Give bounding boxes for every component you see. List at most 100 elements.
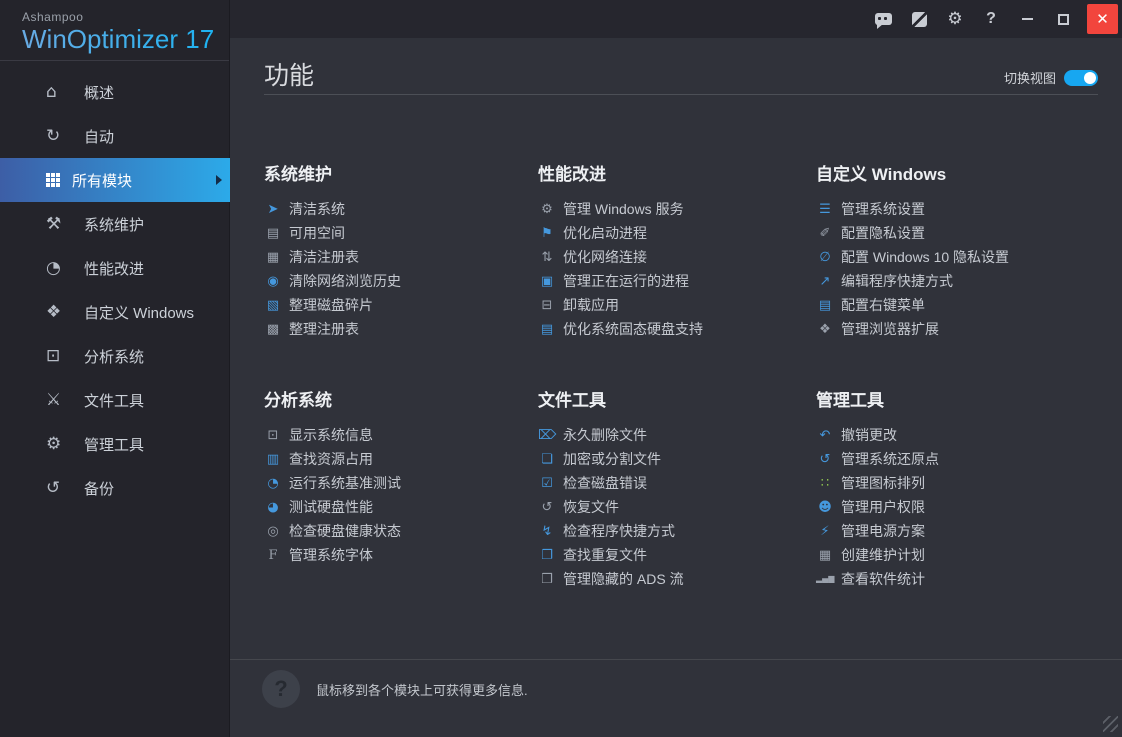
module-item[interactable]: ☑检查磁盘错误 — [538, 471, 800, 495]
module-group-2: 性能改进 ⚙管理 Windows 服务⚑优化启动进程⇅优化网络连接▣管理正在运行的… — [538, 160, 800, 341]
home-icon: ⌂ — [46, 82, 72, 102]
module-item[interactable]: ▧ 整理磁盘碎片 — [264, 293, 526, 317]
windows-services-icon: ⚙ — [538, 203, 556, 216]
ads-scanner-icon: ❒ — [538, 573, 556, 586]
titlebar-icons: ⚙ ? ✕ — [865, 0, 1122, 38]
module-item[interactable]: ▣管理正在运行的进程 — [538, 269, 800, 293]
module-item[interactable]: ▦创建维护计划 — [816, 543, 1078, 567]
undo-changes-icon: ↶ — [816, 429, 834, 442]
sidebar-item-8[interactable]: ⚔文件工具 — [0, 378, 230, 422]
uninstall-apps-icon: ⊟ — [538, 299, 556, 312]
module-group-5: 文件工具⌦永久删除文件❏加密或分割文件☑检查磁盘错误↺恢复文件↯检查程序快捷方式… — [538, 386, 800, 591]
module-item[interactable]: ❒管理隐藏的 ADS 流 — [538, 567, 800, 591]
page-title: 功能 — [264, 56, 314, 92]
sidebar-item-label: 性能改进 — [84, 258, 144, 279]
module-item[interactable]: ↯检查程序快捷方式 — [538, 519, 800, 543]
sidebar-item-9[interactable]: ⚙管理工具 — [0, 422, 230, 466]
module-item-label: 查看软件统计 — [841, 569, 925, 589]
module-item-label: 管理浏览器扩展 — [841, 319, 939, 339]
sidebar-item-5[interactable]: ◔性能改进 — [0, 246, 230, 290]
module-item[interactable]: ⚙管理 Windows 服务 — [538, 197, 800, 221]
resource-usage-icon: ▥ — [264, 453, 282, 466]
privacy-settings-icon: ✐ — [816, 227, 834, 240]
title-underline — [264, 94, 1098, 95]
module-item[interactable]: ⚑优化启动进程 — [538, 221, 800, 245]
sidebar-item-3[interactable]: 所有模块 — [0, 158, 230, 202]
sidebar-item-2[interactable]: ↻自动 — [0, 114, 230, 158]
defrag-registry-icon: ▩ — [264, 323, 282, 336]
module-item-label: 编辑程序快捷方式 — [841, 271, 953, 291]
module-item[interactable]: ↗编辑程序快捷方式 — [816, 269, 1078, 293]
module-item[interactable]: ▦清洁注册表 — [264, 245, 526, 269]
module-item-label: 清洁系统 — [289, 199, 345, 219]
news-button[interactable] — [901, 0, 937, 38]
group-title: 性能改进 — [538, 160, 800, 185]
minimize-button[interactable] — [1009, 0, 1045, 38]
module-item[interactable]: ▤可用空间 — [264, 221, 526, 245]
disk-doctor-icon: ☑ — [538, 477, 556, 490]
module-item[interactable]: ◕测试硬盘性能 — [264, 495, 526, 519]
sidebar-item-label: 管理工具 — [84, 434, 144, 455]
sidebar-item-1[interactable]: ⌂ 概述 — [0, 70, 230, 114]
resize-grip[interactable] — [1103, 716, 1118, 732]
module-item-label: 运行系统基准测试 — [289, 473, 401, 493]
module-item[interactable]: ▤配置右键菜单 — [816, 293, 1078, 317]
module-item-label: 整理磁盘碎片 — [289, 295, 373, 315]
module-item[interactable]: F管理系统字体 — [264, 543, 526, 567]
module-item[interactable]: ⊟卸载应用 — [538, 293, 800, 317]
sidebar-item-4[interactable]: ⚒系统维护 — [0, 202, 230, 246]
clean-system-icon: ➤ — [264, 203, 282, 216]
module-item[interactable]: ◎检查硬盘健康状态 — [264, 519, 526, 543]
module-item-label: 可用空间 — [289, 223, 345, 243]
module-item[interactable]: ∷管理图标排列 — [816, 471, 1078, 495]
module-item[interactable]: ↺管理系统还原点 — [816, 447, 1078, 471]
module-item[interactable]: ⚡管理电源方案 — [816, 519, 1078, 543]
module-item[interactable]: ☻管理用户权限 — [816, 495, 1078, 519]
module-item-label: 管理系统还原点 — [841, 449, 939, 469]
encrypt-split-icon: ❏ — [538, 453, 556, 466]
module-item[interactable]: ❖管理浏览器扩展 — [816, 317, 1078, 341]
module-item-label: 配置右键菜单 — [841, 295, 925, 315]
module-item[interactable]: ↶撤销更改 — [816, 423, 1078, 447]
module-item[interactable]: ✐ 配置隐私设置 — [816, 221, 1078, 245]
module-item-label: 配置隐私设置 — [841, 223, 925, 243]
sidebar-item-10[interactable]: ↺备份 — [0, 466, 230, 510]
settings-button[interactable]: ⚙ — [937, 0, 973, 38]
module-item[interactable]: ❏加密或分割文件 — [538, 447, 800, 471]
view-toggle-switch[interactable] — [1064, 70, 1098, 86]
module-item[interactable]: ∅配置 Windows 10 隐私设置 — [816, 245, 1078, 269]
module-item[interactable]: ➤ 清洁系统 — [264, 197, 526, 221]
group-title: 分析系统 — [264, 386, 526, 411]
defrag-disk-icon: ▧ — [264, 299, 282, 312]
module-item[interactable]: ▂▄▆查看软件统计 — [816, 567, 1078, 591]
module-item[interactable]: ☰管理系统设置 — [816, 197, 1078, 221]
close-button[interactable]: ✕ — [1087, 4, 1118, 34]
module-item[interactable]: ◔运行系统基准测试 — [264, 471, 526, 495]
module-item-label: 管理图标排列 — [841, 473, 925, 493]
sidebar-item-6[interactable]: ❖自定义 Windows — [0, 290, 230, 334]
module-item[interactable]: ▩整理注册表 — [264, 317, 526, 341]
module-item[interactable]: ▤优化系统固态硬盘支持 — [538, 317, 800, 341]
module-item[interactable]: ↺恢复文件 — [538, 495, 800, 519]
question-mark-icon: ? — [262, 670, 300, 708]
sidebar-item-label: 概述 — [84, 82, 114, 103]
module-item[interactable]: ⊡显示系统信息 — [264, 423, 526, 447]
module-item[interactable]: ◉清除网络浏览历史 — [264, 269, 526, 293]
user-rights-icon: ☻ — [816, 501, 834, 514]
module-group-4: 分析系统 ⊡显示系统信息▥查找资源占用◔运行系统基准测试◕测试硬盘性能◎检查硬盘健… — [264, 386, 526, 567]
maximize-button[interactable] — [1045, 0, 1081, 38]
module-item[interactable]: ❐查找重复文件 — [538, 543, 800, 567]
footer-divider — [230, 659, 1122, 660]
module-item[interactable]: ⌦永久删除文件 — [538, 423, 800, 447]
help-button[interactable]: ? — [973, 0, 1009, 38]
undeleter-icon: ↺ — [538, 501, 556, 514]
maintenance-schedule-icon: ▦ — [816, 549, 834, 562]
module-item[interactable]: ⇅优化网络连接 — [538, 245, 800, 269]
sidebar-nav: ⌂ 概述 ↻自动所有模块⚒系统维护◔性能改进❖自定义 Windows⊡分析系统⚔文件… — [0, 70, 230, 510]
sidebar-item-7[interactable]: ⊡分析系统 — [0, 334, 230, 378]
module-item[interactable]: ▥查找资源占用 — [264, 447, 526, 471]
feedback-icon — [875, 13, 892, 25]
winoptimizer-window: { "brand": { "line1": "Ashampoo", "line2… — [0, 0, 1122, 737]
file-wiper-icon: ⌦ — [538, 429, 556, 442]
feedback-button[interactable] — [865, 0, 901, 38]
